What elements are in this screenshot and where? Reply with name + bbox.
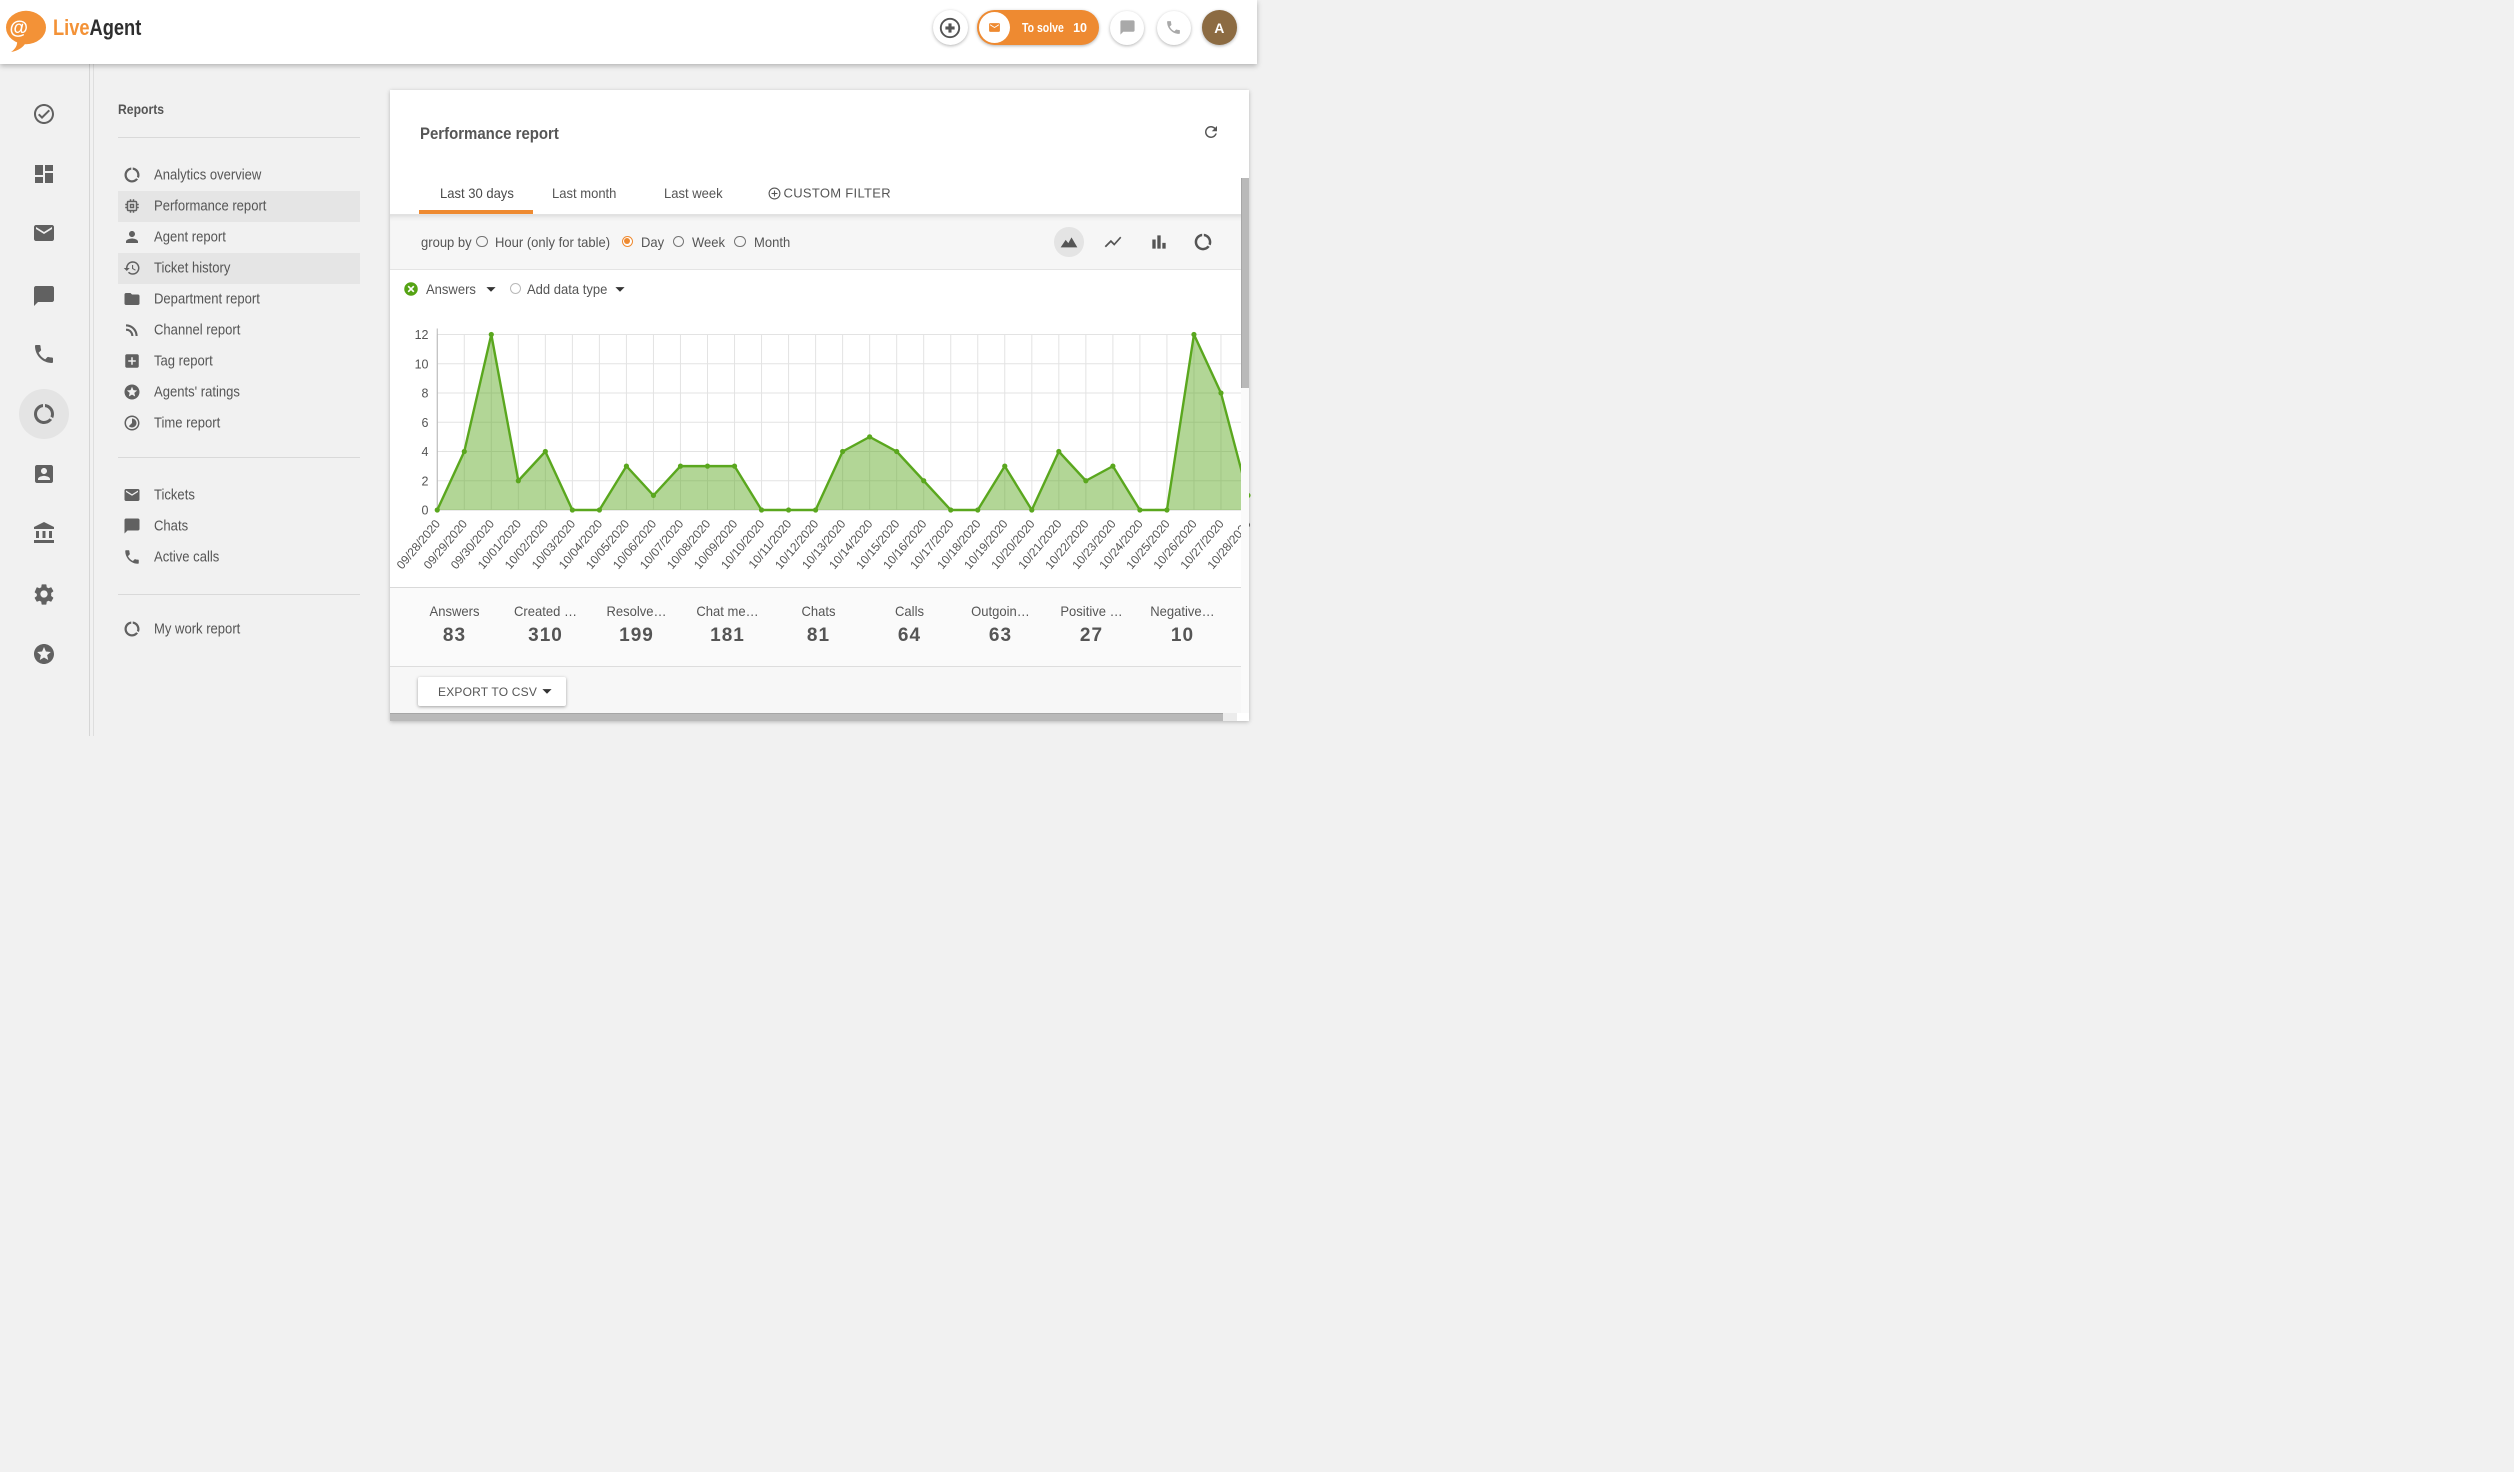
svg-text:6: 6 [421,416,428,430]
svg-text:4: 4 [421,445,428,459]
svg-text:10: 10 [414,357,428,371]
svg-text:0: 0 [421,504,428,518]
svg-text:2: 2 [421,474,428,488]
svg-text:8: 8 [421,387,428,401]
svg-text:@: @ [10,18,29,39]
svg-text:12: 12 [414,328,428,342]
